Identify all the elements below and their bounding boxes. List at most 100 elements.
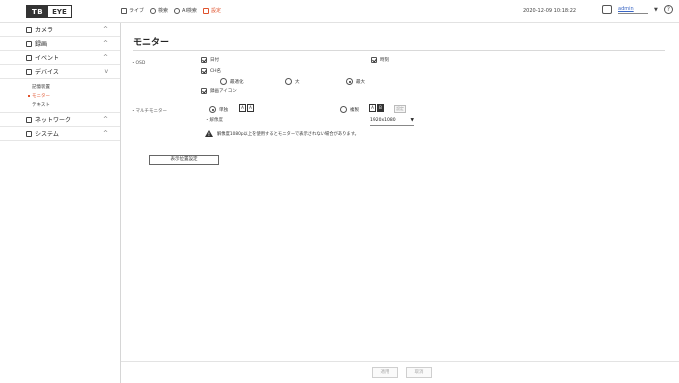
nav-ai-search[interactable]: AI検索 — [174, 7, 197, 14]
device-icon — [26, 68, 32, 75]
osd-chname-checkbox[interactable]: CH名 — [201, 68, 221, 74]
search-icon — [150, 7, 157, 14]
logo-right: EYE — [52, 8, 67, 16]
user-icon[interactable] — [602, 5, 612, 14]
radio-off-icon — [285, 78, 292, 85]
multi-monitor-label: ・マルチモニター — [131, 109, 167, 114]
footer-divider — [121, 361, 679, 362]
osd-record-icon-checkbox[interactable]: 録画アイコン — [201, 88, 237, 94]
chname-size-large-label: 大 — [295, 79, 300, 85]
sidebar-item-label: システム — [35, 131, 59, 138]
sidebar-sub-monitor[interactable]: モニター — [0, 91, 120, 100]
sidebar-sub-storage[interactable]: 記憶装置 — [0, 82, 120, 91]
radio-off-icon — [340, 106, 347, 113]
osd-chname-label: CH名 — [210, 69, 222, 74]
sidebar-item-camera[interactable]: カメラ ^ — [0, 23, 120, 37]
chevron-down-icon[interactable]: v — [104, 68, 108, 75]
warning-text: 解像度1080p以上を使用するとモニターで表示されない場合があります。 — [217, 131, 359, 137]
chname-size-optimize-label: 最適化 — [230, 79, 244, 85]
sidebar-item-label: 録画 — [35, 41, 48, 48]
checkbox-checked-icon — [201, 88, 207, 94]
checkbox-checked-icon — [201, 68, 207, 74]
camera-icon — [26, 26, 32, 33]
multi-dual-label: 複製 — [350, 107, 359, 113]
multi-dual-radio[interactable]: 複製 — [340, 106, 359, 113]
title-divider — [133, 50, 665, 51]
nav-setup[interactable]: 設定 — [202, 7, 221, 14]
resolution-select[interactable]: 1920x1080 ▼ — [370, 118, 414, 126]
event-icon — [26, 54, 32, 61]
dual-display-icon: A B — [369, 104, 384, 112]
multi-single-label: 単独 — [219, 107, 228, 113]
nav-search-label: 検索 — [158, 8, 169, 14]
chevron-up-icon[interactable]: ^ — [103, 54, 108, 61]
chevron-up-icon[interactable]: ^ — [103, 116, 108, 123]
cancel-button[interactable]: 取消 — [406, 367, 432, 378]
sidebar-item-network[interactable]: ネットワーク ^ — [0, 113, 120, 127]
display-a-icon: A — [239, 104, 246, 112]
chevron-up-icon[interactable]: ^ — [103, 40, 108, 47]
radio-on-icon — [209, 106, 216, 113]
ai-search-icon — [174, 7, 181, 14]
record-icon — [26, 40, 32, 47]
chevron-down-icon[interactable]: ▼ — [654, 7, 658, 13]
chevron-up-icon[interactable]: ^ — [103, 26, 108, 33]
logo-left: TB — [27, 6, 49, 17]
resolution-warning: ! 解像度1080p以上を使用するとモニターで表示されない場合があります。 — [205, 130, 359, 137]
sidebar: カメラ ^ 録画 ^ イベント ^ デバイス v 記憶装置 モニター テキスト … — [0, 23, 121, 383]
checkbox-checked-icon — [371, 57, 377, 63]
sidebar-item-event[interactable]: イベント ^ — [0, 51, 120, 65]
nav-setup-label: 設定 — [210, 8, 221, 14]
chname-size-optimize-radio[interactable]: 最適化 — [220, 78, 244, 85]
nav-live[interactable]: ライブ — [121, 7, 144, 14]
network-icon — [26, 116, 32, 123]
sidebar-item-device[interactable]: デバイス v — [0, 65, 120, 79]
sidebar-item-record[interactable]: 録画 ^ — [0, 37, 120, 51]
system-icon — [26, 130, 32, 137]
sidebar-item-label: カメラ — [35, 27, 54, 34]
dual-setting-button[interactable]: 設定 — [394, 105, 406, 113]
display-b-icon: B — [377, 104, 384, 112]
nav-live-label: ライブ — [129, 8, 145, 14]
multi-single-radio[interactable]: 単独 — [209, 106, 228, 113]
osd-time-label: 時刻 — [380, 58, 389, 63]
chname-size-max-label: 最大 — [356, 79, 365, 85]
chevron-up-icon[interactable]: ^ — [103, 130, 108, 137]
resolution-value: 1920x1080 — [370, 118, 396, 123]
top-right-tools: admin ▼ ? — [602, 5, 673, 14]
osd-time-checkbox[interactable]: 時刻 — [371, 57, 389, 63]
apply-button[interactable]: 適用 — [372, 367, 398, 378]
display-position-setting-button[interactable]: 表示位置設定 — [149, 155, 219, 165]
sidebar-item-label: デバイス — [35, 69, 59, 76]
nav-search[interactable]: 検索 — [150, 7, 168, 14]
display-a-icon: A — [369, 104, 376, 112]
monitor-icon — [121, 7, 127, 14]
user-select[interactable]: admin — [618, 6, 648, 14]
active-bullet — [28, 94, 30, 97]
chname-size-max-radio[interactable]: 最大 — [346, 78, 365, 85]
radio-on-icon — [346, 78, 353, 85]
datetime: 2020-12-09 10:18:22 — [523, 8, 577, 14]
sidebar-sub-text[interactable]: テキスト — [0, 100, 120, 109]
sidebar-item-label: ネットワーク — [35, 117, 72, 124]
osd-date-checkbox[interactable]: 日付 — [201, 57, 219, 63]
checkbox-checked-icon — [201, 57, 207, 63]
sidebar-item-label: イベント — [35, 55, 60, 62]
page-title: モニター — [133, 38, 170, 48]
osd-date-label: 日付 — [210, 58, 219, 63]
chname-size-large-radio[interactable]: 大 — [285, 78, 300, 85]
warning-icon: ! — [205, 130, 213, 137]
radio-off-icon — [220, 78, 227, 85]
device-submenu: 記憶装置 モニター テキスト — [0, 79, 120, 113]
resolution-label: ・解像度 — [205, 118, 223, 123]
display-a-icon: A — [247, 104, 254, 112]
top-nav: ライブ 検索 AI検索 設定 — [121, 7, 221, 14]
top-bar: TB EYE ライブ 検索 AI検索 設定 2020-12-09 10:18:2… — [0, 0, 679, 23]
chevron-down-icon: ▼ — [410, 118, 414, 123]
logo: TB EYE — [26, 5, 72, 18]
help-icon[interactable]: ? — [663, 5, 673, 14]
single-display-icon: A A — [239, 104, 254, 112]
nav-ai-search-label: AI検索 — [182, 8, 197, 14]
sidebar-item-system[interactable]: システム ^ — [0, 127, 120, 141]
main-panel: モニター ・OSD 日付 時刻 CH名 最適化 大 最大 録画アイコン ・マルチ… — [121, 23, 679, 383]
